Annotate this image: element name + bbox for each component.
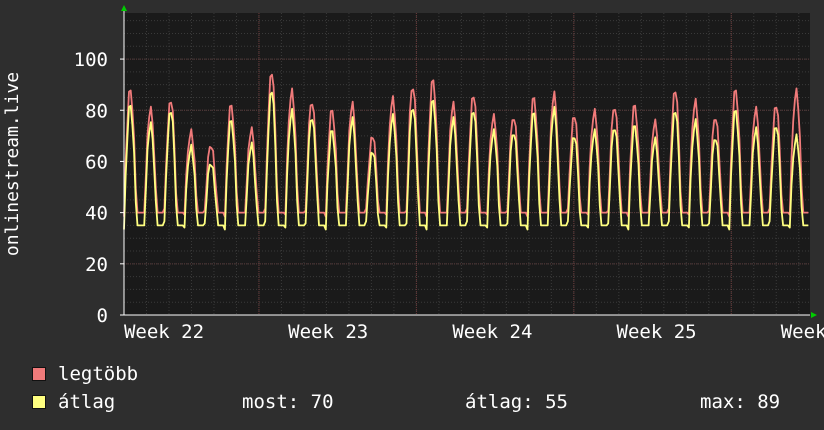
y-axis-label: onlinestream.live — [2, 72, 23, 256]
x-tick-label: Week 25 — [617, 321, 697, 340]
y-tick-label: 100 — [74, 49, 108, 71]
y-tick-label: 20 — [85, 254, 108, 276]
legend-item-avg: átlag — [32, 391, 115, 413]
legend-label-avg: átlag — [58, 391, 116, 413]
stat-max: max: 89 — [700, 391, 781, 413]
y-axis-arrow — [121, 5, 127, 11]
x-tick-label: Week 23 — [288, 321, 368, 340]
x-tick-label: Week 26 — [781, 321, 824, 340]
y-tick-label: 40 — [85, 203, 108, 225]
legend-swatch-max — [32, 367, 46, 381]
x-tick-label: Week 22 — [124, 321, 204, 340]
chart-svg: 020406080100 Week 22 Week 23 Week 24 Week 2… — [2, 5, 824, 340]
x-tick-label: Week 24 — [452, 321, 532, 340]
x-axis-arrow — [811, 312, 817, 318]
stat-average: átlag: 55 — [465, 391, 568, 413]
legend-swatch-avg — [32, 395, 46, 409]
x-tick-labels: Week 22 Week 23 Week 24 Week 25 Week 26 — [124, 321, 824, 340]
y-tick-label: 80 — [85, 100, 108, 122]
y-tick-label: 0 — [97, 305, 108, 327]
legend-item-max: legtöbb — [32, 363, 138, 385]
y-tick-labels: 0 20 40 60 80 100 — [74, 49, 124, 327]
y-tick-label: 60 — [85, 151, 108, 173]
stat-now: most: 70 — [242, 391, 334, 413]
legend-label-max: legtöbb — [58, 363, 139, 385]
